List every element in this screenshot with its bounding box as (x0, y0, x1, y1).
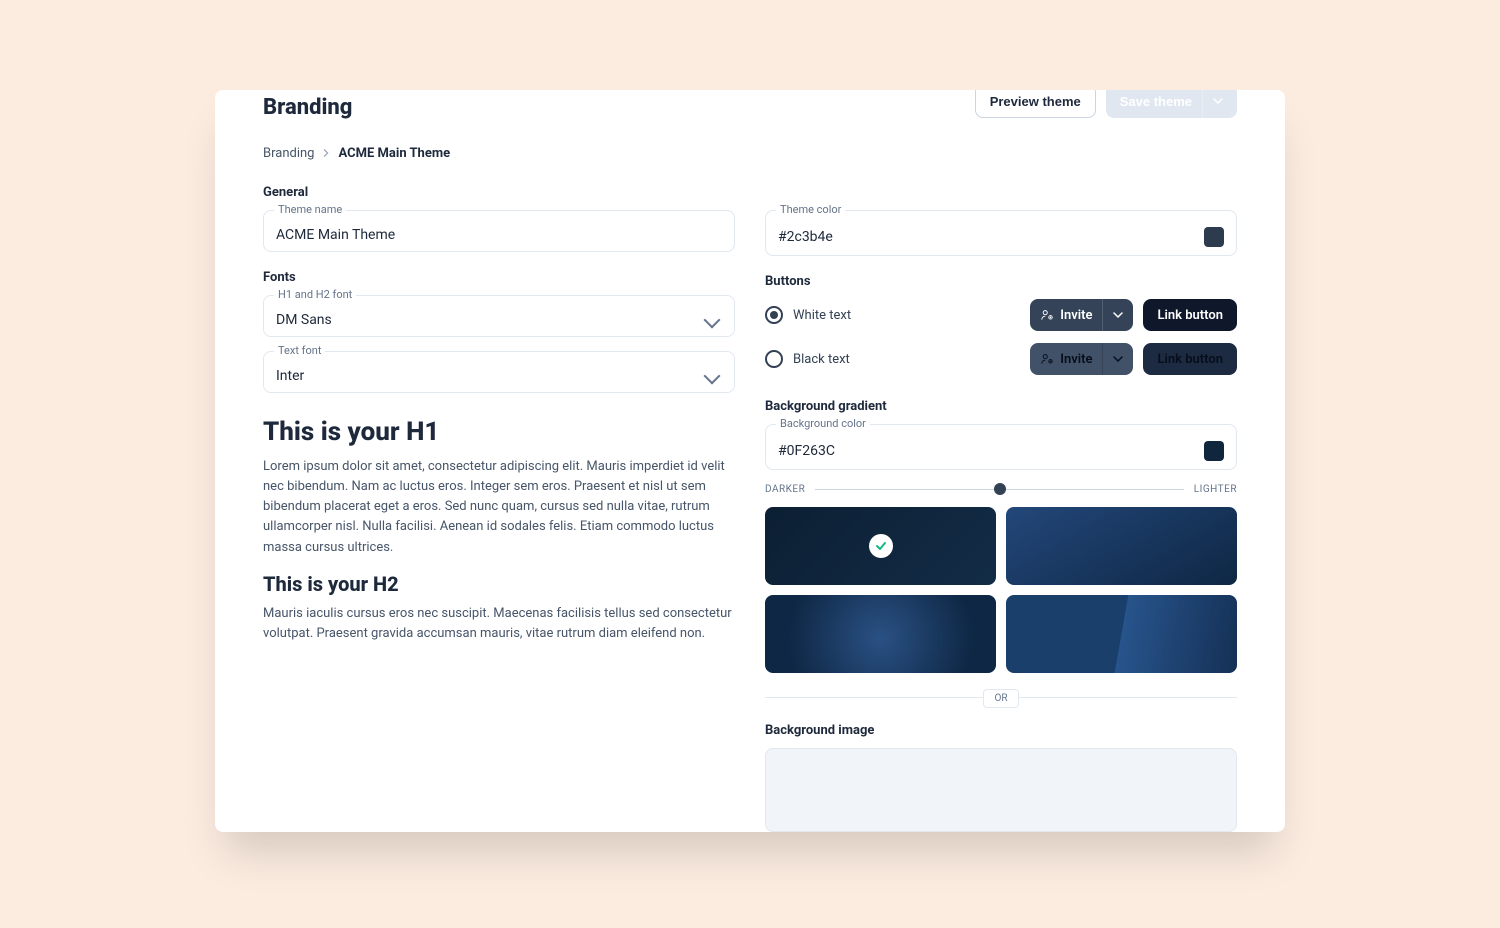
preview-theme-button[interactable]: Preview theme (975, 90, 1096, 118)
theme-color-value: #2c3b4e (778, 229, 1204, 245)
gradient-option-3[interactable] (765, 595, 996, 673)
black-text-label: Black text (793, 352, 850, 367)
theme-name-field[interactable]: Theme name ACME Main Theme (263, 210, 735, 252)
section-gradient: Background gradient (765, 399, 1237, 414)
theme-name-label: Theme name (274, 203, 346, 216)
bg-color-label: Background color (776, 417, 870, 430)
theme-name-value: ACME Main Theme (276, 227, 722, 243)
gradient-option-2[interactable] (1006, 507, 1237, 585)
bg-color-field[interactable]: Background color #0F263C (765, 424, 1237, 470)
shade-slider[interactable] (815, 489, 1184, 490)
section-buttons: Buttons (765, 274, 1237, 289)
columns: General Theme name ACME Main Theme Fonts… (263, 185, 1237, 832)
text-font-select[interactable]: Text font Inter (263, 351, 735, 393)
black-sample-group: Invite Link button (1030, 343, 1237, 375)
top-bar: Branding Preview theme Save theme (263, 90, 1237, 118)
shade-slider-row: DARKER LIGHTER (765, 484, 1237, 495)
top-actions: Preview theme Save theme (975, 90, 1237, 118)
sample-link-white: Link button (1143, 299, 1237, 331)
link-label: Link button (1157, 308, 1223, 323)
bg-image-upload[interactable] (765, 748, 1237, 832)
theme-color-field[interactable]: Theme color #2c3b4e (765, 210, 1237, 256)
text-font-label: Text font (274, 344, 325, 357)
user-plus-icon (1040, 308, 1054, 322)
sample-invite-white: Invite (1030, 299, 1133, 331)
white-text-label: White text (793, 308, 851, 323)
chevron-down-icon (1102, 299, 1133, 331)
right-column: . Theme color #2c3b4e Buttons White text… (765, 185, 1237, 832)
preview-h1: This is your H1 (263, 417, 735, 447)
or-label: OR (983, 689, 1018, 708)
bg-color-swatch[interactable] (1204, 441, 1224, 461)
chevron-down-icon (1102, 343, 1133, 375)
slider-thumb[interactable] (994, 483, 1006, 495)
left-column: General Theme name ACME Main Theme Fonts… (263, 185, 735, 832)
theme-color-swatch[interactable] (1204, 227, 1224, 247)
invite-label: Invite (1060, 352, 1092, 367)
bg-color-value: #0F263C (778, 443, 1204, 459)
theme-color-label: Theme color (776, 203, 845, 216)
branding-settings-card: Branding Preview theme Save theme Brandi… (215, 90, 1285, 832)
link-label: Link button (1157, 352, 1223, 367)
radio-black-text[interactable] (765, 350, 783, 368)
preview-theme-label: Preview theme (990, 94, 1081, 109)
section-general: General (263, 185, 735, 200)
chevron-down-icon (1202, 90, 1223, 118)
h-font-label: H1 and H2 font (274, 288, 356, 301)
gradient-option-4[interactable] (1006, 595, 1237, 673)
section-fonts: Fonts (263, 270, 735, 285)
page-title: Branding (263, 95, 352, 120)
text-font-value: Inter (276, 368, 706, 384)
sample-invite-black: Invite (1030, 343, 1133, 375)
sample-link-black: Link button (1143, 343, 1237, 375)
white-sample-group: Invite Link button (1030, 299, 1237, 331)
gradient-options (765, 507, 1237, 673)
lighter-label: LIGHTER (1194, 484, 1237, 495)
save-theme-button[interactable]: Save theme (1106, 90, 1237, 118)
chevron-down-icon (704, 368, 721, 385)
darker-label: DARKER (765, 484, 805, 495)
white-text-row: White text Invite Link button (765, 299, 1237, 331)
preview-paragraph-2: Mauris iaculis cursus eros nec suscipit.… (263, 604, 735, 644)
black-text-row: Black text Invite Link button (765, 343, 1237, 375)
section-bg-image: Background image (765, 723, 1237, 738)
preview-paragraph-1: Lorem ipsum dolor sit amet, consectetur … (263, 457, 735, 558)
breadcrumb-current: ACME Main Theme (338, 146, 450, 161)
user-plus-icon (1040, 352, 1054, 366)
chevron-right-icon (322, 146, 330, 161)
invite-label: Invite (1060, 308, 1092, 323)
or-divider: OR (765, 689, 1237, 705)
breadcrumb: Branding ACME Main Theme (263, 146, 1237, 161)
h-font-select[interactable]: H1 and H2 font DM Sans (263, 295, 735, 337)
h-font-value: DM Sans (276, 312, 706, 328)
preview-h2: This is your H2 (263, 572, 735, 596)
chevron-down-icon (704, 312, 721, 329)
breadcrumb-root[interactable]: Branding (263, 146, 314, 161)
check-icon (869, 534, 893, 558)
radio-white-text[interactable] (765, 306, 783, 324)
save-theme-label: Save theme (1120, 94, 1192, 109)
gradient-option-1[interactable] (765, 507, 996, 585)
